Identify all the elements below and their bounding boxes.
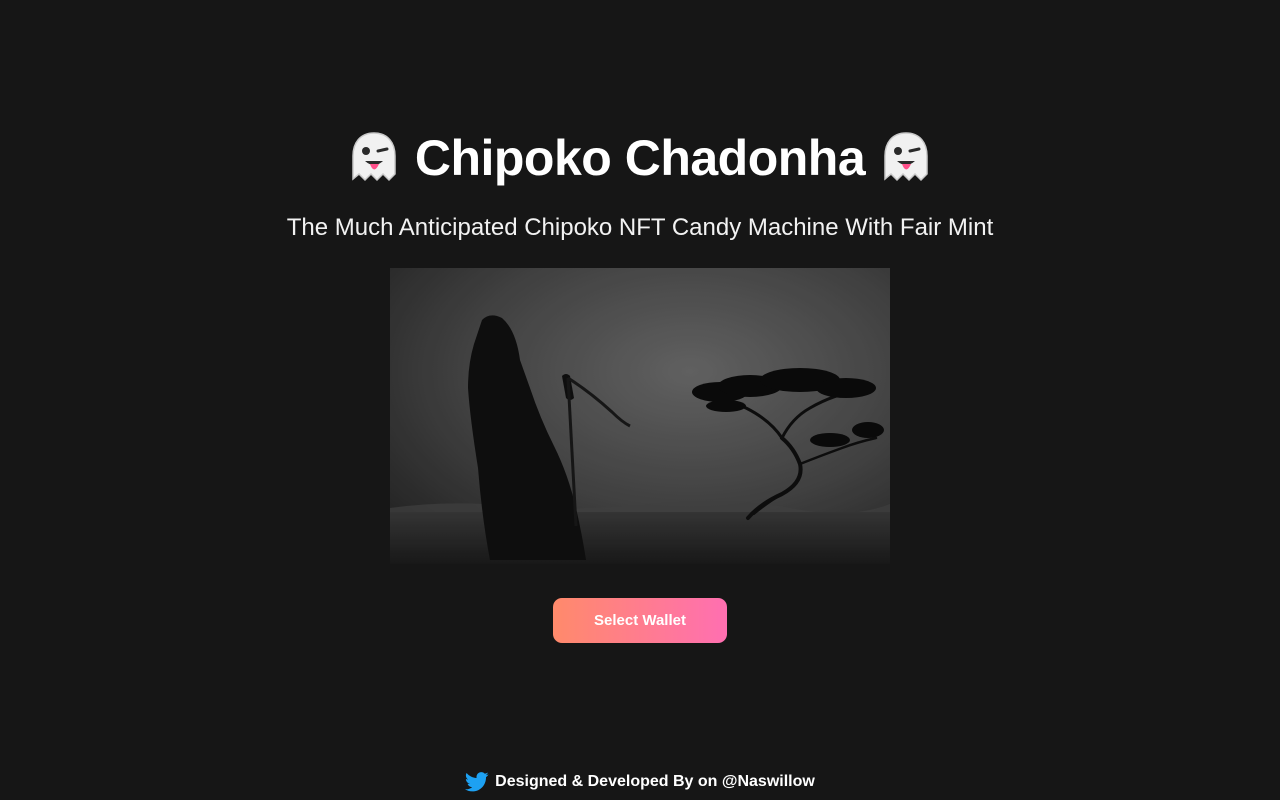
select-wallet-button[interactable]: Select Wallet xyxy=(553,598,727,643)
page-title: Chipoko Chadonha xyxy=(414,130,866,186)
page-subtitle: The Much Anticipated Chipoko NFT Candy M… xyxy=(286,214,994,241)
ghost-icon xyxy=(345,129,403,187)
grim-reaper-tree-image xyxy=(390,268,890,564)
ghost-icon xyxy=(877,129,935,187)
hero-image xyxy=(390,268,890,564)
twitter-icon[interactable] xyxy=(465,771,489,793)
mint-page: Chipoko Chadonha The Much Anticipated Ch… xyxy=(0,0,1280,800)
page-title-row: Chipoko Chadonha xyxy=(0,126,1280,190)
footer-credit-link[interactable]: Designed & Developed By on @Naswillow xyxy=(495,770,815,794)
footer: Designed & Developed By on @Naswillow xyxy=(0,770,1280,794)
